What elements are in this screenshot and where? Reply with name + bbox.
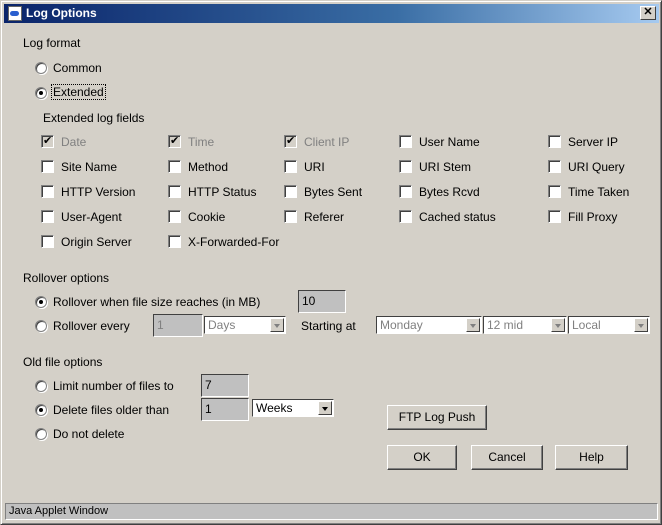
log-options-dialog: Log Options ✕ Log format Common Extended… (0, 0, 662, 525)
checkbox-referer[interactable] (284, 210, 297, 223)
checkbox-uri-stem[interactable] (399, 160, 412, 173)
label-http-status: HTTP Status (188, 185, 257, 199)
chevron-down-icon[interactable] (551, 318, 565, 332)
limit-files-label: Limit number of files to (53, 379, 174, 393)
limit-files-input[interactable]: 7 (201, 374, 249, 397)
start-time-value: 12 mid (487, 318, 524, 332)
log-format-heading: Log format (23, 36, 81, 50)
label-user-agent: User-Agent (61, 210, 122, 224)
label-date: Date (61, 135, 87, 149)
label-fill-proxy: Fill Proxy (568, 210, 618, 224)
rollover-size-radio[interactable] (35, 296, 47, 308)
common-label: Common (53, 61, 102, 75)
label-http-version: HTTP Version (61, 185, 136, 199)
checkbox-user-name[interactable] (399, 135, 412, 148)
checkbox-client-ip[interactable] (284, 134, 297, 148)
checkbox-time-taken[interactable] (548, 185, 561, 198)
rollover-every-radio[interactable] (35, 320, 47, 332)
label-client-ip: Client IP (304, 135, 350, 149)
label-cookie: Cookie (188, 210, 226, 224)
label-time: Time (188, 135, 215, 149)
checkbox-http-status[interactable] (168, 185, 181, 198)
label-x-forwarded-for: X-Forwarded-For (188, 235, 280, 249)
extended-label: Extended (51, 84, 106, 100)
ftp-log-push-button[interactable]: FTP Log Push (387, 405, 487, 430)
label-origin-server: Origin Server (61, 235, 132, 249)
checkbox-time[interactable] (168, 134, 181, 148)
starting-at-label: Starting at (301, 319, 356, 333)
chevron-down-icon[interactable] (318, 401, 332, 415)
checkbox-server-ip[interactable] (548, 135, 561, 148)
label-user-name: User Name (419, 135, 480, 149)
checkbox-bytes-rcvd[interactable] (399, 185, 412, 198)
delete-older-input[interactable]: 1 (201, 398, 249, 421)
timezone-value: Local (572, 318, 601, 332)
limit-files-radio[interactable] (35, 380, 47, 392)
start-day-value: Monday (380, 318, 423, 332)
rollover-unit-value: Days (208, 318, 236, 332)
label-uri: URI (304, 160, 325, 174)
help-button[interactable]: Help (555, 445, 628, 470)
delete-older-radio[interactable] (35, 404, 47, 416)
checkbox-method[interactable] (168, 160, 181, 173)
java-app-icon (8, 6, 22, 21)
checkbox-uri[interactable] (284, 160, 297, 173)
checkbox-date[interactable] (41, 134, 54, 148)
do-not-delete-radio[interactable] (35, 428, 47, 440)
checkbox-cookie[interactable] (168, 210, 181, 223)
rollover-size-label: Rollover when file size reaches (in MB) (53, 295, 261, 309)
timezone-select[interactable]: Local (568, 316, 650, 334)
delete-unit-select[interactable]: Weeks (252, 399, 334, 417)
delete-unit-value: Weeks (256, 401, 293, 415)
checkbox-fill-proxy[interactable] (548, 210, 561, 223)
checkbox-origin-server[interactable] (41, 235, 54, 248)
label-time-taken: Time Taken (568, 185, 630, 199)
window-title: Log Options (26, 6, 97, 20)
label-server-ip: Server IP (568, 135, 619, 149)
checkbox-site-name[interactable] (41, 160, 54, 173)
cancel-button[interactable]: Cancel (471, 445, 543, 470)
label-method: Method (188, 160, 229, 174)
extended-radio[interactable] (35, 87, 47, 99)
rollover-size-input[interactable]: 10 (298, 290, 346, 313)
label-uri-stem: URI Stem (419, 160, 472, 174)
do-not-delete-label: Do not delete (53, 427, 125, 441)
label-site-name: Site Name (61, 160, 118, 174)
delete-older-label: Delete files older than (53, 403, 170, 417)
rollover-every-label: Rollover every (53, 319, 130, 333)
checkbox-http-version[interactable] (41, 185, 54, 198)
label-bytes-sent: Bytes Sent (304, 185, 363, 199)
chevron-down-icon[interactable] (270, 318, 284, 332)
checkbox-uri-query[interactable] (548, 160, 561, 173)
checkbox-user-agent[interactable] (41, 210, 54, 223)
old-files-heading: Old file options (23, 355, 103, 369)
label-cached-status: Cached status (419, 210, 496, 224)
checkbox-x-forwarded-for[interactable] (168, 235, 181, 248)
rollover-heading: Rollover options (23, 271, 110, 285)
common-radio[interactable] (35, 62, 47, 74)
checkbox-bytes-sent[interactable] (284, 185, 297, 198)
rollover-unit-select[interactable]: Days (204, 316, 286, 334)
start-time-select[interactable]: 12 mid (483, 316, 567, 334)
title-bar: Log Options ✕ (4, 4, 659, 23)
chevron-down-icon[interactable] (466, 318, 480, 332)
checkbox-cached-status[interactable] (399, 210, 412, 223)
label-uri-query: URI Query (568, 160, 625, 174)
chevron-down-icon[interactable] (634, 318, 648, 332)
label-bytes-rcvd: Bytes Rcvd (419, 185, 480, 199)
close-button[interactable]: ✕ (640, 6, 656, 20)
status-bar: Java Applet Window (5, 503, 658, 520)
start-day-select[interactable]: Monday (376, 316, 482, 334)
ok-button[interactable]: OK (387, 445, 457, 470)
extended-fields-heading: Extended log fields (43, 111, 145, 125)
rollover-every-input[interactable]: 1 (153, 314, 203, 337)
label-referer: Referer (304, 210, 345, 224)
